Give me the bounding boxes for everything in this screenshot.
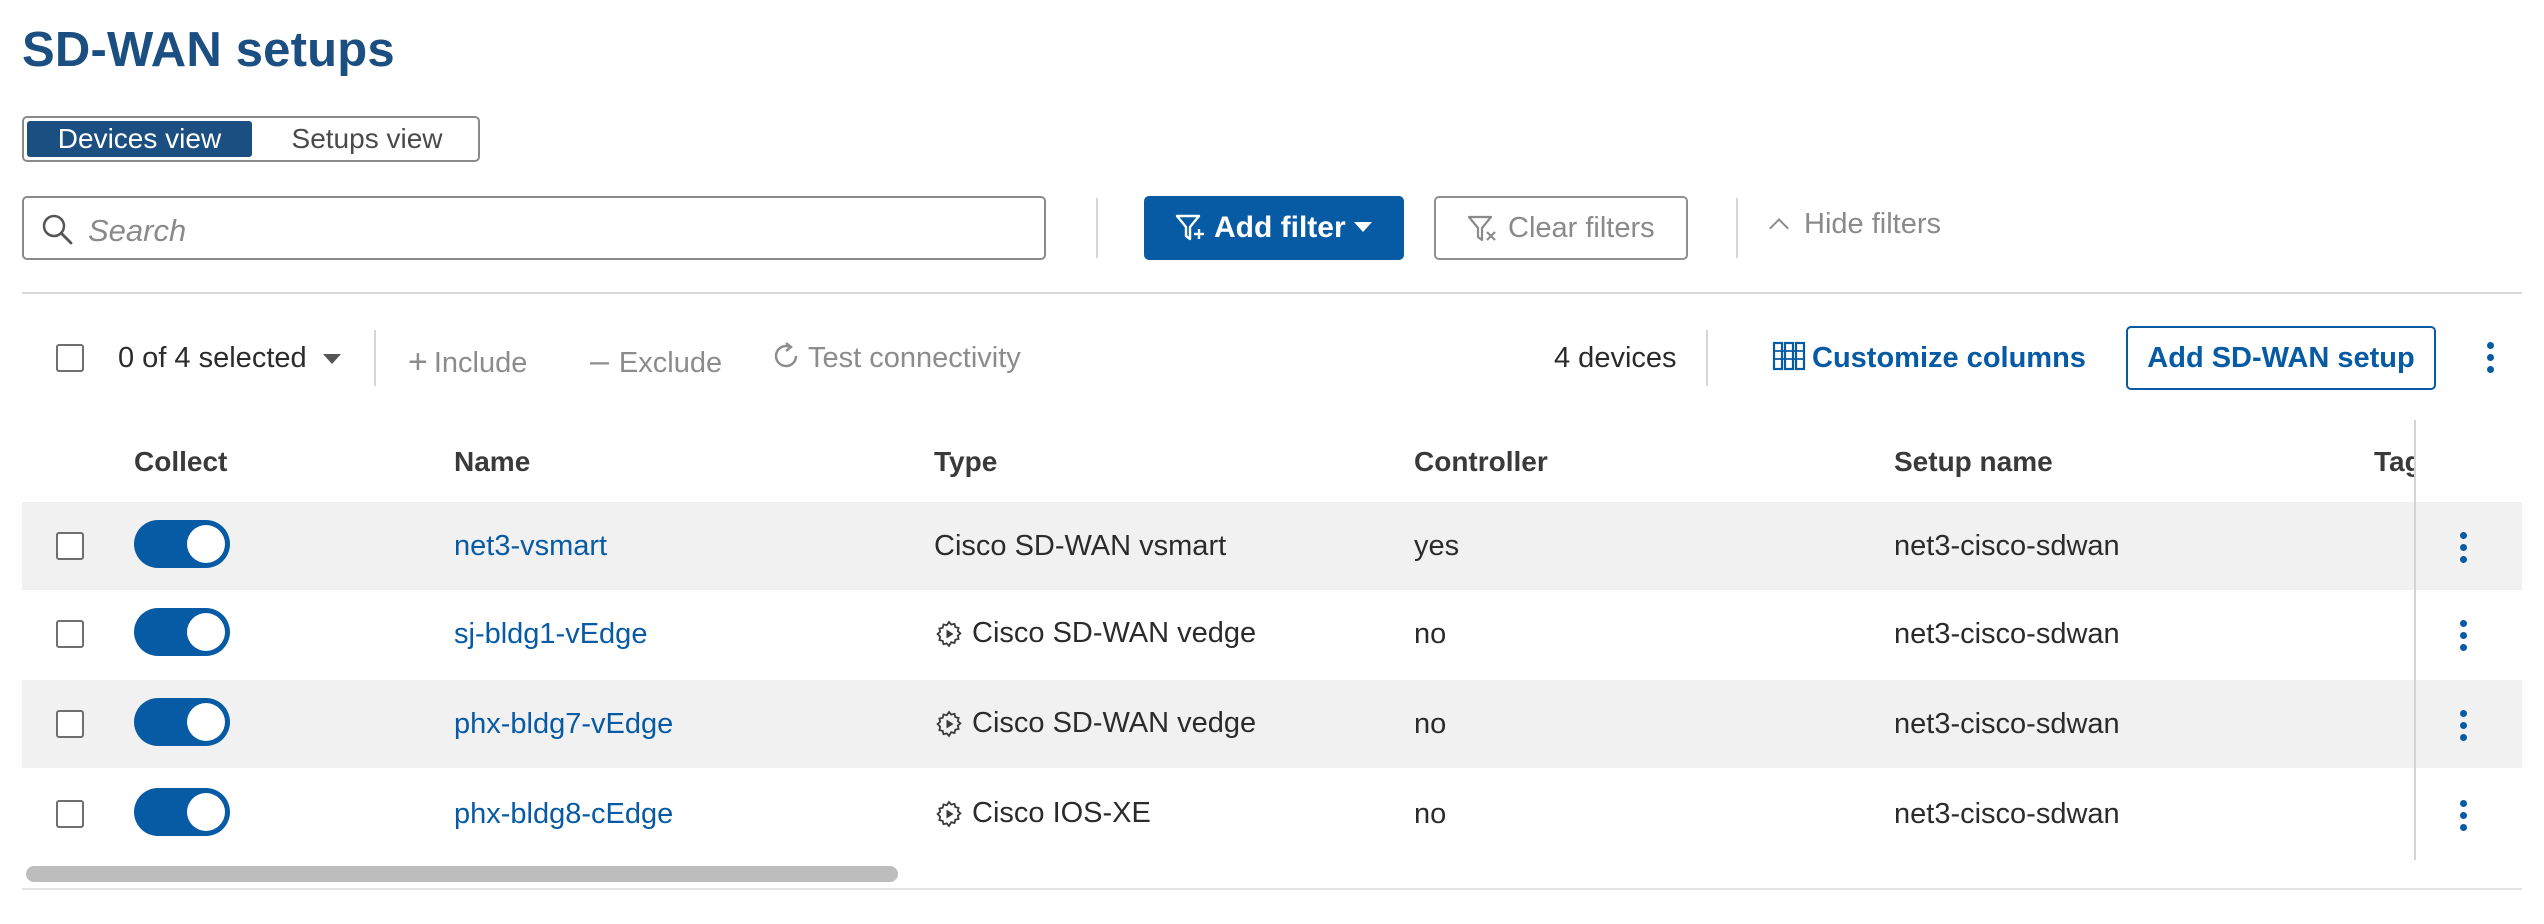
add-filter-label: Add filter (1214, 211, 1346, 244)
select-all-checkbox[interactable] (56, 344, 84, 372)
search-input[interactable]: Search (22, 196, 1046, 260)
table-row (22, 770, 2522, 858)
device-name-link[interactable]: phx-bldg8-cEdge (454, 798, 673, 831)
row-checkbox[interactable] (56, 620, 84, 648)
row-menu-icon[interactable] (2460, 800, 2468, 836)
column-header-name[interactable]: Name (454, 446, 530, 478)
device-name-link[interactable]: phx-bldg7-vEdge (454, 708, 673, 741)
row-checkbox[interactable] (56, 800, 84, 828)
page-title: SD-WAN setups (22, 23, 395, 77)
device-type: Cisco SD-WAN vsmart (934, 530, 1227, 562)
setup-name-value: net3-cisco-sdwan (1894, 798, 2120, 830)
plus-icon: + (408, 343, 428, 381)
setup-name-value: net3-cisco-sdwan (1894, 618, 2120, 650)
divider (1096, 198, 1098, 258)
chevron-down-icon (1354, 222, 1372, 232)
include-button[interactable]: + Include (408, 342, 527, 381)
customize-columns-button[interactable]: Customize columns (1772, 342, 2086, 375)
device-type: Cisco SD-WAN vedge (972, 707, 1257, 739)
device-type-cell: Cisco SD-WAN vedge (934, 617, 1256, 650)
sticky-column-divider (2414, 420, 2416, 860)
column-header-setup-name[interactable]: Setup name (1894, 446, 2053, 478)
gear-play-icon (936, 620, 962, 648)
column-header-tag-clip: Tag (2374, 440, 2414, 480)
test-connectivity-button[interactable]: Test connectivity (770, 342, 1021, 375)
divider (1706, 330, 1708, 386)
customize-columns-label: Customize columns (1812, 342, 2086, 374)
minus-icon: – (590, 342, 609, 380)
collect-toggle[interactable] (134, 788, 230, 836)
setup-name-value: net3-cisco-sdwan (1894, 708, 2120, 740)
device-type: Cisco IOS-XE (972, 797, 1151, 829)
row-menu-icon[interactable] (2460, 620, 2468, 656)
table-row (22, 680, 2522, 768)
row-menu-icon[interactable] (2460, 532, 2468, 568)
device-type-cell: Cisco IOS-XE (934, 797, 1151, 830)
setups-view-tab[interactable]: Setups view (256, 121, 478, 157)
exclude-label: Exclude (618, 347, 723, 379)
test-connectivity-label: Test connectivity (808, 342, 1021, 374)
clear-filters-button[interactable]: Clear filters (1434, 196, 1688, 260)
setup-name-value: net3-cisco-sdwan (1894, 530, 2120, 562)
divider (1736, 198, 1738, 258)
controller-value: no (1414, 618, 1447, 650)
exclude-button[interactable]: – Exclude (590, 342, 722, 381)
column-header-type[interactable]: Type (934, 446, 997, 478)
horizontal-scrollbar-thumb[interactable] (26, 866, 898, 882)
clear-filters-label: Clear filters (1508, 212, 1655, 244)
refresh-icon (774, 342, 798, 368)
filter-add-icon (1175, 214, 1204, 241)
more-options-icon[interactable] (2487, 342, 2495, 378)
devices-view-tab[interactable]: Devices view (27, 121, 252, 157)
search-icon (42, 214, 73, 245)
column-header-controller[interactable]: Controller (1414, 446, 1548, 478)
collect-toggle[interactable] (134, 608, 230, 656)
column-header-collect[interactable]: Collect (134, 446, 227, 478)
divider (22, 888, 2522, 890)
device-name-link[interactable]: sj-bldg1-vEdge (454, 618, 647, 651)
controller-value: no (1414, 798, 1447, 830)
selection-count: 0 of 4 selected (118, 342, 307, 374)
device-name-link[interactable]: net3-vsmart (454, 530, 607, 563)
device-type-cell: Cisco SD-WAN vedge (934, 707, 1256, 740)
add-sdwan-setup-button[interactable]: Add SD-WAN setup (2126, 326, 2436, 390)
gear-play-icon (936, 800, 962, 828)
collect-toggle[interactable] (134, 698, 230, 746)
chevron-up-icon (1769, 218, 1789, 238)
controller-value: no (1414, 708, 1447, 740)
hide-filters-label: Hide filters (1804, 208, 1941, 240)
collect-toggle[interactable] (134, 520, 230, 568)
divider (22, 292, 2522, 294)
chevron-down-icon[interactable] (323, 354, 341, 364)
device-type: Cisco SD-WAN vedge (972, 617, 1257, 649)
column-header-tag[interactable]: Tag (2374, 446, 2414, 478)
device-count: 4 devices (1554, 342, 1677, 374)
columns-icon (1772, 342, 1806, 371)
filter-clear-icon (1467, 215, 1496, 242)
search-placeholder: Search (88, 213, 187, 248)
table-row (22, 502, 2522, 590)
hide-filters-button[interactable]: Hide filters (1769, 208, 1941, 241)
table-row (22, 590, 2522, 678)
row-checkbox[interactable] (56, 532, 84, 560)
include-label: Include (433, 347, 528, 379)
row-checkbox[interactable] (56, 710, 84, 738)
gear-play-icon (936, 710, 962, 738)
view-toggle: Devices view Setups view (22, 116, 480, 162)
row-menu-icon[interactable] (2460, 710, 2468, 746)
add-filter-button[interactable]: Add filter (1144, 196, 1404, 260)
controller-value: yes (1414, 530, 1460, 562)
divider (374, 330, 376, 386)
